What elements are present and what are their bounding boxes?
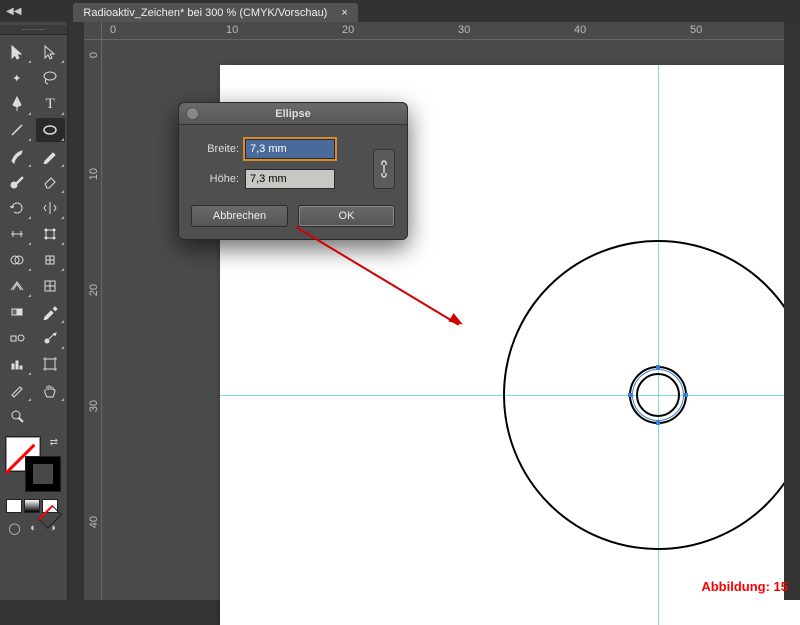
lasso-tool[interactable]: [36, 66, 66, 90]
ruler-vertical[interactable]: 0 10 20 30 40: [84, 40, 102, 600]
eyedropper-tool[interactable]: [36, 300, 66, 324]
cancel-button-label: Abbrechen: [213, 210, 266, 222]
cancel-button[interactable]: Abbrechen: [191, 205, 288, 227]
ruler-tick: 40: [88, 516, 100, 528]
shape-builder-tool[interactable]: [2, 248, 32, 272]
free-transform-tool[interactable]: [36, 222, 66, 246]
artboard-tool[interactable]: [36, 352, 66, 376]
color-mode-gradient[interactable]: [24, 499, 40, 513]
anchor-point[interactable]: [656, 421, 660, 425]
blob-brush-tool[interactable]: [2, 170, 32, 194]
hand-tool[interactable]: [36, 378, 66, 402]
ruler-tick: 40: [574, 24, 586, 36]
pencil-tool[interactable]: [36, 144, 66, 168]
color-mode-none[interactable]: [42, 499, 58, 513]
selection-tool[interactable]: [2, 40, 32, 64]
tools-panel: ········ ✦ T: [0, 22, 68, 600]
ruler-tick: 0: [88, 52, 100, 58]
anchor-point[interactable]: [684, 393, 688, 397]
pen-tool[interactable]: [2, 92, 32, 116]
perspective-grid-tool[interactable]: [2, 274, 32, 298]
panel-collapse-icon[interactable]: ◀◀: [6, 6, 21, 17]
fill-stroke-swatches[interactable]: ⇄: [6, 437, 60, 491]
zoom-tool[interactable]: [2, 404, 32, 428]
swap-fill-stroke-icon[interactable]: ⇄: [50, 437, 58, 448]
draw-behind-icon[interactable]: ◐: [25, 519, 42, 537]
line-tool[interactable]: [2, 118, 32, 142]
paintbrush-tool[interactable]: [2, 144, 32, 168]
ruler-tick: 10: [226, 24, 238, 36]
right-edge: [784, 22, 800, 600]
ruler-tick: 30: [88, 400, 100, 412]
column-graph-tool[interactable]: [2, 352, 32, 376]
tools-panel-grip[interactable]: ········: [0, 25, 67, 35]
circle-ring-inner[interactable]: [636, 373, 680, 417]
width-label: Breite:: [191, 143, 239, 155]
anchor-point[interactable]: [628, 393, 632, 397]
anchor-point[interactable]: [656, 365, 660, 369]
ellipse-dialog: Ellipse Breite: Höhe: Abbrechen OK: [178, 102, 408, 240]
app-menu-bar: ◀◀ Radioaktiv_Zeichen* bei 300 % (CMYK/V…: [0, 0, 800, 22]
ellipse-tool[interactable]: [36, 118, 66, 142]
height-label: Höhe:: [191, 173, 239, 185]
height-input[interactable]: [245, 169, 335, 189]
ruler-horizontal[interactable]: 0 10 20 30 40 50 60: [84, 22, 800, 40]
document-tab[interactable]: Radioaktiv_Zeichen* bei 300 % (CMYK/Vors…: [73, 3, 357, 22]
dialog-titlebar[interactable]: Ellipse: [179, 103, 407, 125]
draw-normal-icon[interactable]: ◯: [6, 519, 23, 537]
dialog-title: Ellipse: [275, 108, 310, 120]
color-mode-swatches: [6, 499, 61, 513]
ruler-tick: 50: [690, 24, 702, 36]
ruler-tick: 20: [342, 24, 354, 36]
magic-wand-tool[interactable]: ✦: [2, 66, 32, 90]
stroke-swatch[interactable]: [26, 457, 60, 491]
symbol-sprayer-tool[interactable]: [36, 326, 66, 350]
constrain-proportions-icon[interactable]: [373, 149, 395, 189]
traffic-light-close-icon[interactable]: [187, 108, 198, 119]
rotate-tool[interactable]: [2, 196, 32, 220]
color-mode-solid[interactable]: [6, 499, 22, 513]
document-tab-title: Radioaktiv_Zeichen* bei 300 % (CMYK/Vors…: [83, 7, 327, 19]
figure-caption: Abbildung: 15: [701, 579, 788, 594]
type-tool[interactable]: T: [36, 92, 66, 116]
ok-button-label: OK: [339, 210, 355, 222]
gradient-tool[interactable]: [2, 300, 32, 324]
ruler-tick: 0: [110, 24, 116, 36]
live-paint-tool[interactable]: [36, 248, 66, 272]
close-icon[interactable]: ×: [341, 7, 347, 19]
slice-tool[interactable]: [2, 378, 32, 402]
width-tool[interactable]: [2, 222, 32, 246]
blend-tool[interactable]: [2, 326, 32, 350]
direct-selection-tool[interactable]: [36, 40, 66, 64]
ruler-tick: 20: [88, 284, 100, 296]
ruler-tick: 30: [458, 24, 470, 36]
eraser-tool[interactable]: [36, 170, 66, 194]
mesh-tool[interactable]: [36, 274, 66, 298]
ok-button[interactable]: OK: [298, 205, 395, 227]
ruler-origin[interactable]: [84, 22, 102, 40]
width-input[interactable]: [245, 139, 335, 159]
ruler-tick: 10: [88, 168, 100, 180]
reflect-tool[interactable]: [36, 196, 66, 220]
